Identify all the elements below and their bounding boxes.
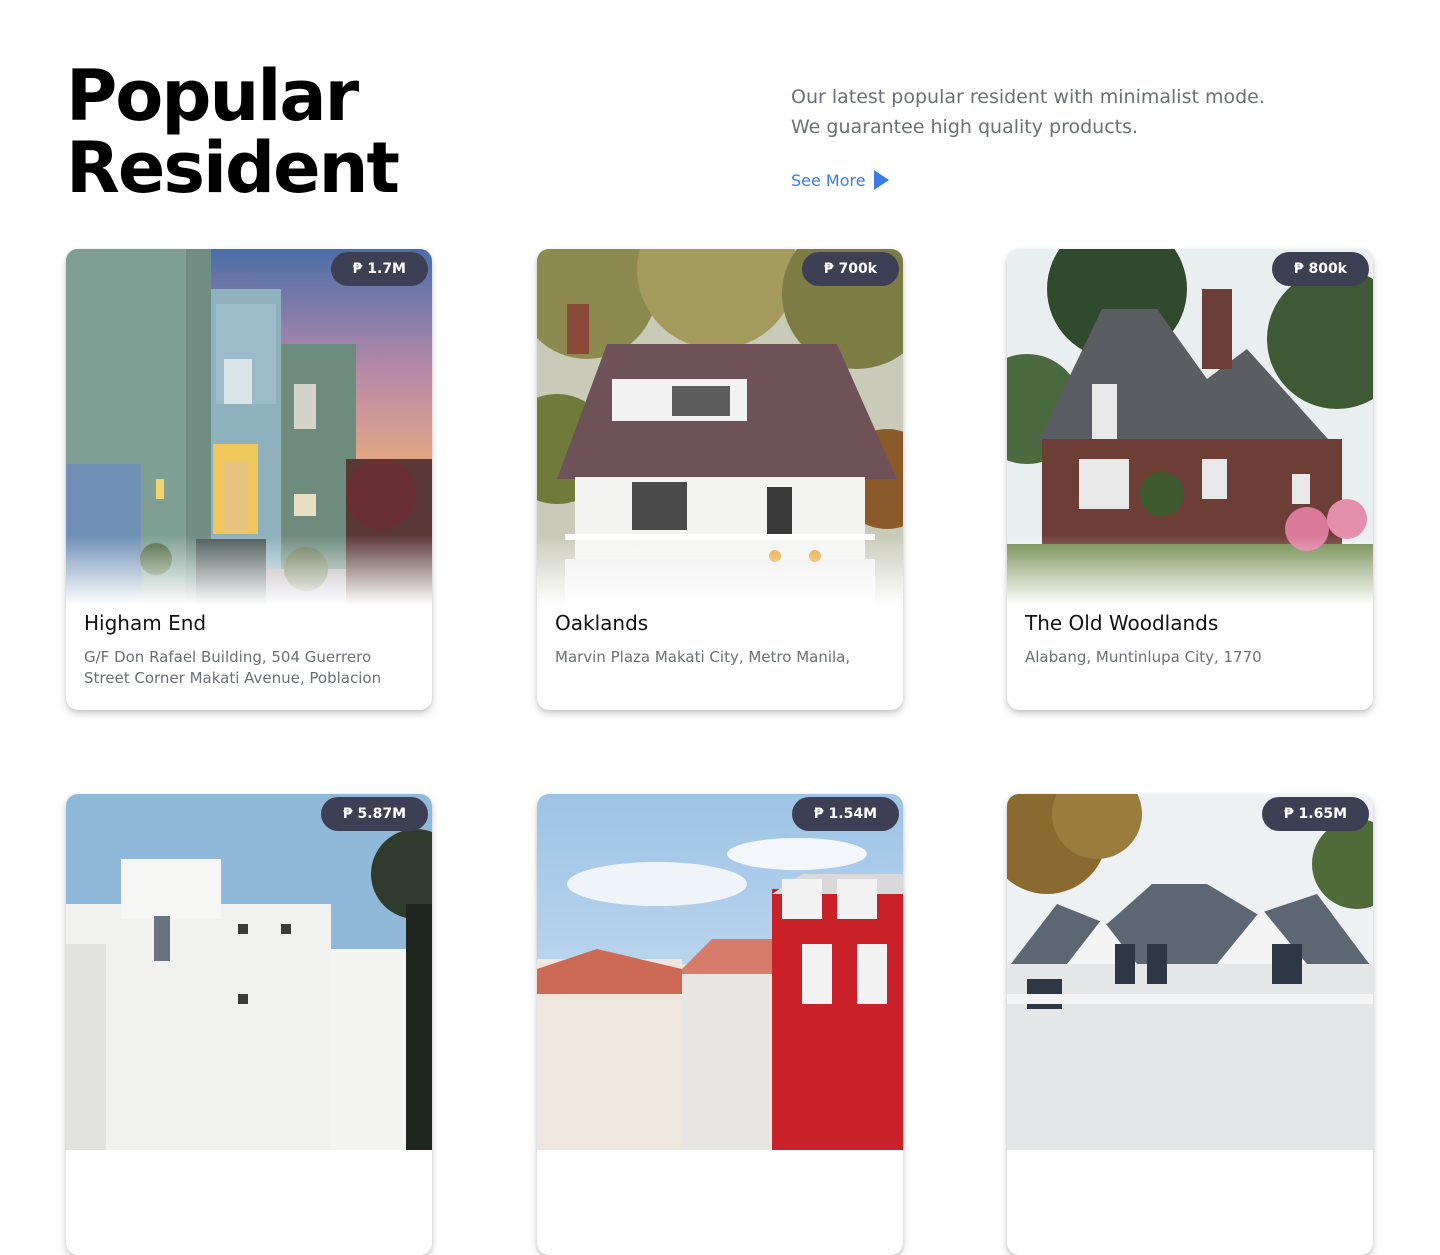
listing-card-6[interactable]: ₱ 1.65M: [1007, 794, 1373, 1255]
listing-card-the-old-woodlands[interactable]: ₱ 800k The Old Woodlands Alabang, Muntin…: [1007, 249, 1373, 710]
listing-name: The Old Woodlands: [1025, 611, 1219, 635]
listing-address: Marvin Plaza Makati City, Metro Manila,: [555, 648, 851, 666]
price-badge: ₱ 1.65M: [1261, 797, 1369, 831]
listing-photo: [537, 249, 903, 605]
listing-address: Alabang, Muntinlupa City, 1770: [1025, 648, 1262, 666]
price-badge: ₱ 1.54M: [791, 797, 899, 831]
price-badge: ₱ 700k: [801, 252, 899, 286]
listing-photo: [66, 794, 432, 1150]
description-line-1: Our latest popular resident with minimal…: [791, 86, 1265, 108]
listing-name: Higham End: [84, 611, 207, 635]
price-badge: ₱ 5.87M: [320, 797, 428, 831]
page-title: Popular Resident: [66, 55, 400, 209]
title-line-2: Resident: [66, 127, 400, 209]
price-badge: ₱ 1.7M: [330, 252, 428, 286]
listing-name: Oaklands: [555, 611, 649, 635]
listing-photo: [537, 794, 903, 1150]
listing-photo: [1007, 794, 1373, 1150]
listing-card-oaklands[interactable]: ₱ 700k Oaklands Marvin Plaza Makati City…: [537, 249, 903, 710]
price-badge: ₱ 800k: [1271, 252, 1369, 286]
title-line-1: Popular: [66, 55, 359, 137]
play-arrow-icon: [873, 170, 889, 190]
listing-card-higham-end[interactable]: ₱ 1.7M Higham End G/F Don Rafael Buildin…: [66, 249, 432, 710]
listing-card-4[interactable]: ₱ 5.87M: [66, 794, 432, 1255]
description-line-2: We guarantee high quality products.: [791, 116, 1139, 138]
listing-photo: [66, 249, 432, 605]
see-more-label: See More: [791, 170, 866, 190]
see-more-link[interactable]: See More: [791, 170, 889, 190]
listing-address: G/F Don Rafael Building, 504 Guerrero St…: [84, 648, 382, 687]
section-description: Our latest popular resident with minimal…: [791, 82, 1351, 142]
listing-card-5[interactable]: ₱ 1.54M: [537, 794, 903, 1255]
listing-photo: [1007, 249, 1373, 605]
